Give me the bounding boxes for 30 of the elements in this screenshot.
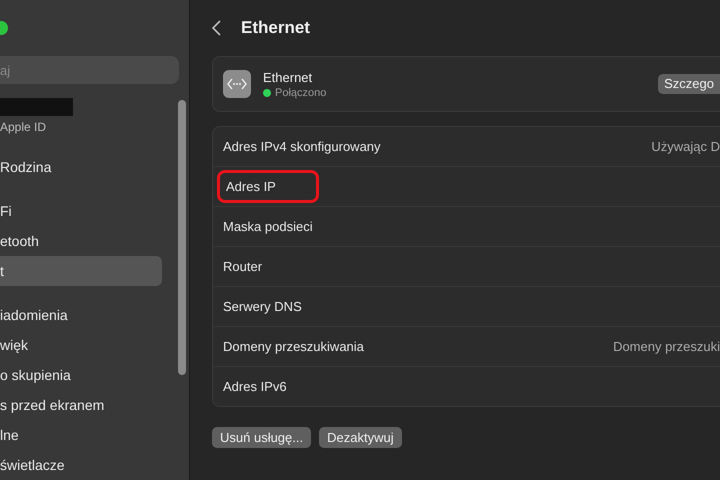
row-label: Adres IPv4 skonfigurowany: [223, 138, 381, 156]
row-label: Router: [223, 258, 262, 276]
sidebar-item[interactable]: Fi: [0, 196, 162, 226]
sidebar-item[interactable]: Rodzina: [0, 152, 162, 182]
network-icon: [223, 70, 251, 98]
row-value: Używając D: [651, 139, 720, 154]
sidebar-item[interactable]: więk: [0, 330, 162, 360]
sidebar-item[interactable]: t: [0, 256, 162, 286]
sidebar-item[interactable]: etooth: [0, 226, 162, 256]
sidebar-item[interactable]: s przed ekranem: [0, 390, 162, 420]
row-value: Domeny przeszuki: [613, 339, 720, 354]
details-button[interactable]: Szczego: [658, 74, 720, 94]
status-text: Połączono: [275, 86, 326, 98]
back-icon[interactable]: [212, 20, 221, 36]
row-label: Maska podsieci: [223, 218, 313, 236]
sidebar-item[interactable]: świetlacze: [0, 450, 162, 480]
page-title: Ethernet: [241, 18, 310, 38]
row-label: Domeny przeszukiwania: [223, 338, 364, 356]
row-label: Adres IP: [217, 170, 319, 203]
sidebar-item[interactable]: iadomienia: [0, 300, 162, 330]
sidebar-item[interactable]: Apple ID: [0, 116, 162, 138]
row-label: Serwery DNS: [223, 298, 302, 316]
action-button[interactable]: Usuń usługę...: [212, 427, 312, 448]
sidebar-item[interactable]: lne: [0, 420, 162, 450]
action-button[interactable]: Dezaktywuj: [319, 427, 402, 448]
search-field[interactable]: aj: [0, 56, 179, 84]
scrollbar[interactable]: [178, 100, 186, 375]
service-name: Ethernet: [263, 70, 314, 84]
sidebar-item[interactable]: o skupienia: [0, 360, 162, 390]
row-label: Adres IPv6: [223, 378, 287, 396]
